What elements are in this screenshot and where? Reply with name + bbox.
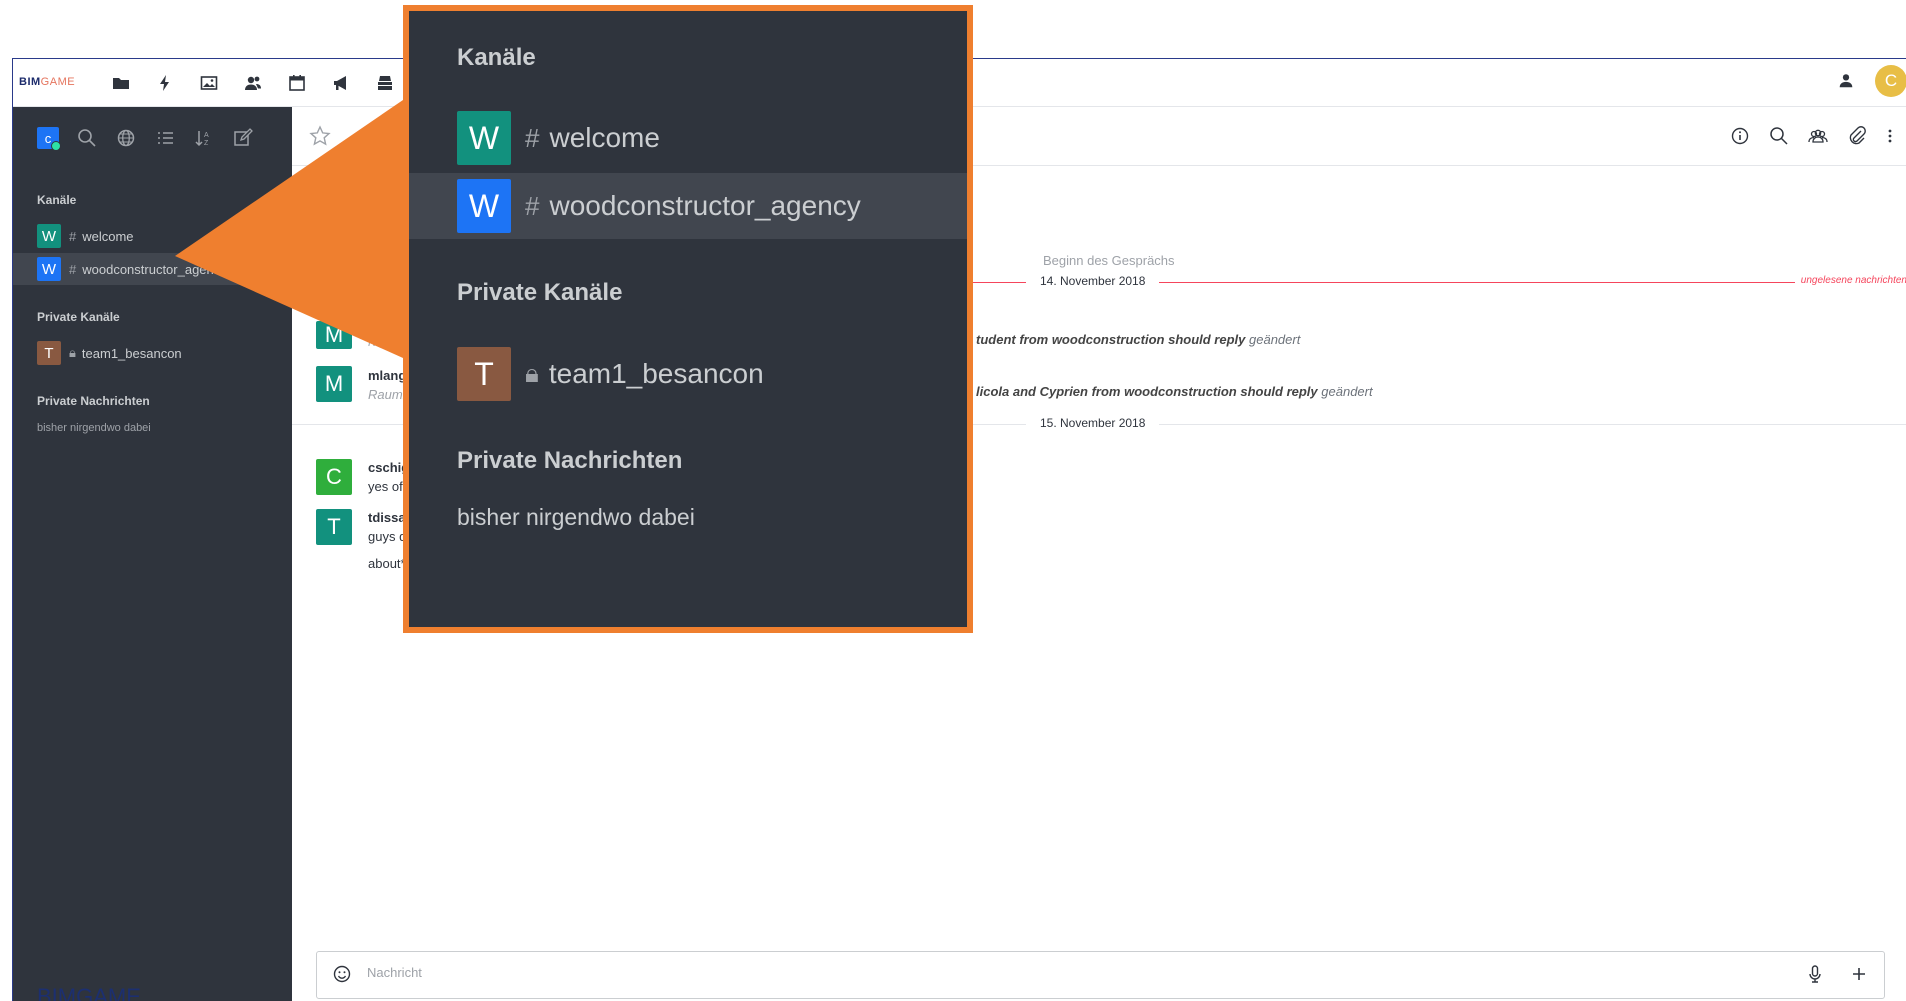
channel-avatar: W [457,179,511,233]
hash-icon: # [525,122,540,153]
channel-name: woodconstructor_agency [549,190,861,221]
channel-avatar: W [457,111,511,165]
channel-name: team1_besancon [548,358,764,389]
callout-heading-private-messages: Private Nachrichten [457,447,683,474]
callout-heading-channels: Kanäle [457,44,536,71]
callout-item-welcome[interactable]: W # welcome [409,105,967,171]
callout-item-team1-besancon[interactable]: T 🔒︎ team1_besancon [409,341,967,407]
channel-avatar: T [457,347,511,401]
callout-private-messages-empty: bisher nirgendwo dabei [457,504,695,530]
zoom-callout: Kanäle W # welcome W # woodconstructor_a… [403,5,973,633]
callout-item-woodconstructor-agency[interactable]: W # woodconstructor_agency [409,173,967,239]
callout-heading-private-channels: Private Kanäle [457,279,623,306]
lock-icon: 🔒︎ [525,358,539,388]
hash-icon: # [525,190,540,221]
channel-name: welcome [549,122,660,153]
